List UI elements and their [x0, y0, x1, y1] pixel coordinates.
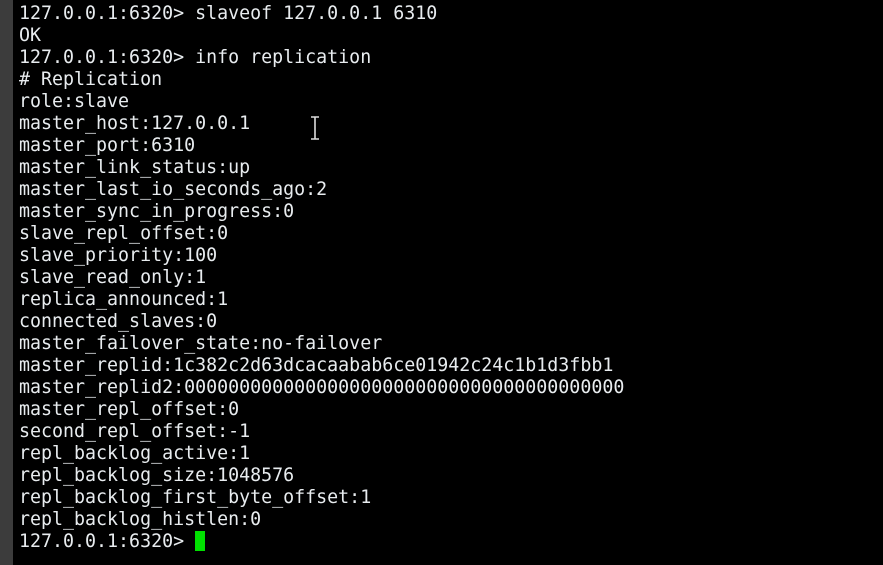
- terminal-line: master_port:6310: [19, 135, 196, 156]
- terminal-line: master_replid2:0000000000000000000000000…: [19, 377, 625, 398]
- terminal-line: slave_repl_offset:0: [19, 223, 229, 244]
- terminal-line: 127.0.0.1:6320> info replication: [19, 47, 372, 68]
- terminal-line: master_replid:1c382c2d63dcacaabab6ce0194…: [19, 355, 614, 376]
- window-gutter: [0, 0, 13, 565]
- terminal-line: master_repl_offset:0: [19, 399, 240, 420]
- terminal-cursor: [195, 531, 206, 551]
- terminal-line: 127.0.0.1:6320> slaveof 127.0.0.1 6310: [19, 3, 438, 24]
- terminal-line: master_sync_in_progress:0: [19, 201, 295, 222]
- terminal-line: master_last_io_seconds_ago:2: [19, 179, 328, 200]
- terminal-line: slave_read_only:1: [19, 267, 207, 288]
- terminal-line: repl_backlog_size:1048576: [19, 465, 295, 486]
- text-cursor-ibeam-icon: [311, 116, 319, 140]
- terminal-line: repl_backlog_histlen:0: [19, 509, 262, 530]
- terminal-line: repl_backlog_active:1: [19, 443, 251, 464]
- terminal-prompt-line[interactable]: 127.0.0.1:6320>: [19, 531, 624, 553]
- terminal-line: master_host:127.0.0.1: [19, 113, 251, 134]
- terminal-output[interactable]: 127.0.0.1:6320> slaveof 127.0.0.1 6310 OK…: [19, 3, 624, 553]
- terminal-line: repl_backlog_first_byte_offset:1: [19, 487, 372, 508]
- prompt: 127.0.0.1:6320>: [19, 531, 196, 552]
- terminal-line: slave_priority:100: [19, 245, 218, 266]
- terminal-line: second_repl_offset:-1: [19, 421, 251, 442]
- terminal-line: replica_announced:1: [19, 289, 229, 310]
- terminal-line: role:slave: [19, 91, 130, 112]
- terminal-line: master_failover_state:no-failover: [19, 333, 383, 354]
- terminal-line: master_link_status:up: [19, 157, 251, 178]
- terminal-line: # Replication: [19, 69, 163, 90]
- terminal-line: connected_slaves:0: [19, 311, 218, 332]
- terminal-line: OK: [19, 25, 42, 46]
